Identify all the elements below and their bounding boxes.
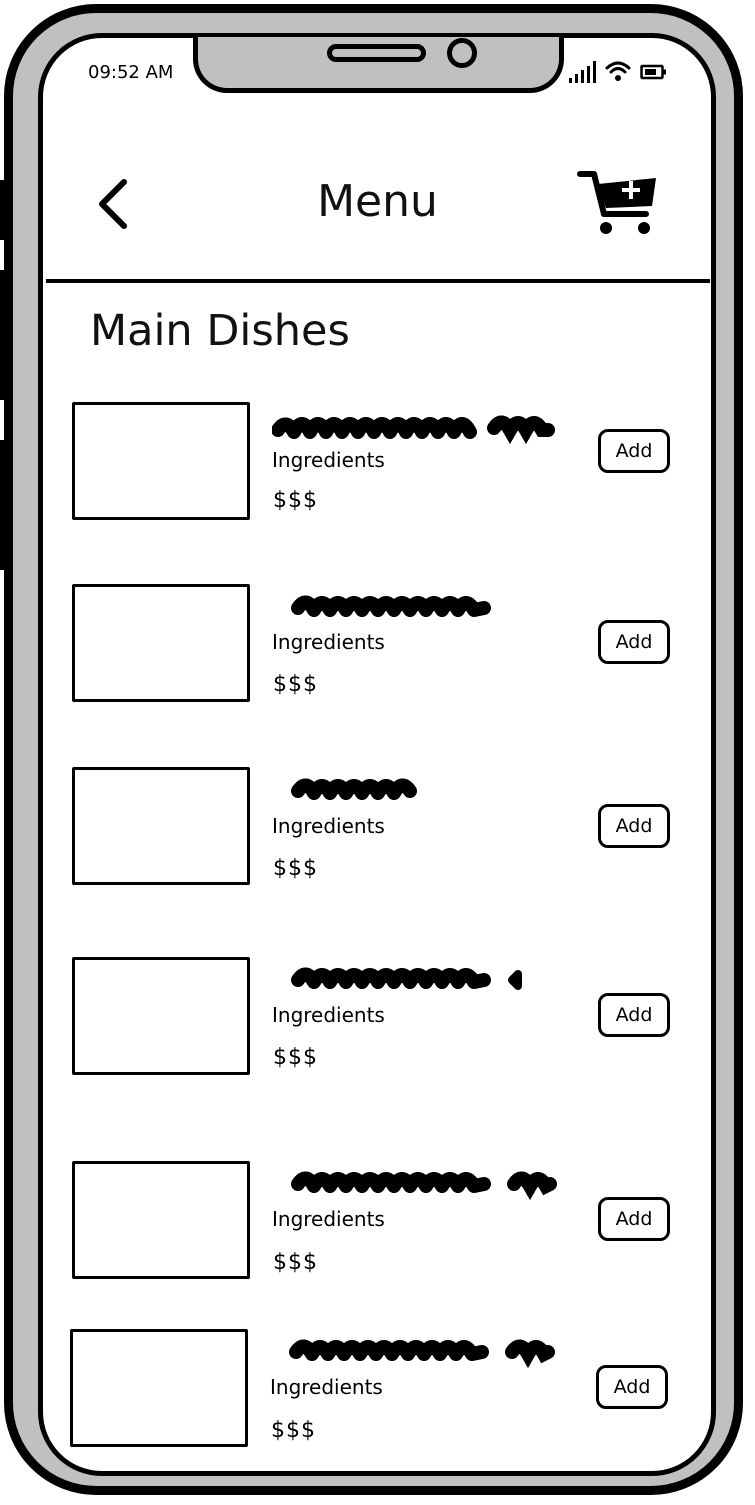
- dish-price: $$$: [273, 672, 318, 697]
- dish-ingredients: Ingredients: [272, 448, 385, 472]
- add-button[interactable]: Add: [598, 429, 670, 473]
- dish-name-scribble: [272, 415, 555, 445]
- dish-image: [72, 957, 250, 1075]
- battery-icon: [640, 64, 666, 80]
- dish-name-scribble: [289, 1339, 555, 1369]
- dish-image: [72, 402, 250, 520]
- wifi-icon: [605, 61, 631, 81]
- dish-ingredients: Ingredients: [272, 1207, 385, 1231]
- dish-image: [72, 1161, 250, 1279]
- volume-button: [0, 270, 6, 400]
- dish-name-scribble: [291, 595, 491, 617]
- dish-ingredients: Ingredients: [270, 1375, 383, 1399]
- add-button[interactable]: Add: [596, 1365, 668, 1409]
- dish-name-scribble: [291, 778, 417, 800]
- dish-image: [72, 767, 250, 885]
- dish-ingredients: Ingredients: [272, 630, 385, 654]
- front-camera: [447, 38, 477, 68]
- signal-icon: [569, 61, 596, 83]
- dish-price: $$$: [273, 488, 318, 513]
- dish-price: $$$: [273, 1250, 318, 1275]
- dish-price: $$$: [271, 1418, 316, 1443]
- dish-price: $$$: [273, 1045, 318, 1070]
- add-to-cart-button[interactable]: [576, 166, 662, 240]
- speaker-grille: [327, 44, 426, 62]
- dish-image: [70, 1329, 248, 1447]
- add-button[interactable]: Add: [598, 993, 670, 1037]
- header-divider: [46, 279, 710, 283]
- add-button[interactable]: Add: [598, 804, 670, 848]
- add-button[interactable]: Add: [598, 620, 670, 664]
- dish-price: $$$: [273, 856, 318, 881]
- dish-name-scribble: [291, 967, 522, 990]
- dish-image: [72, 584, 250, 702]
- section-title: Main Dishes: [90, 306, 350, 356]
- dish-name-scribble: [291, 1171, 557, 1201]
- dish-ingredients: Ingredients: [272, 814, 385, 838]
- volume-button: [0, 440, 6, 570]
- add-button[interactable]: Add: [598, 1197, 670, 1241]
- status-time: 09:52 AM: [88, 62, 174, 83]
- cart-plus-icon: [577, 171, 656, 234]
- dish-ingredients: Ingredients: [272, 1003, 385, 1027]
